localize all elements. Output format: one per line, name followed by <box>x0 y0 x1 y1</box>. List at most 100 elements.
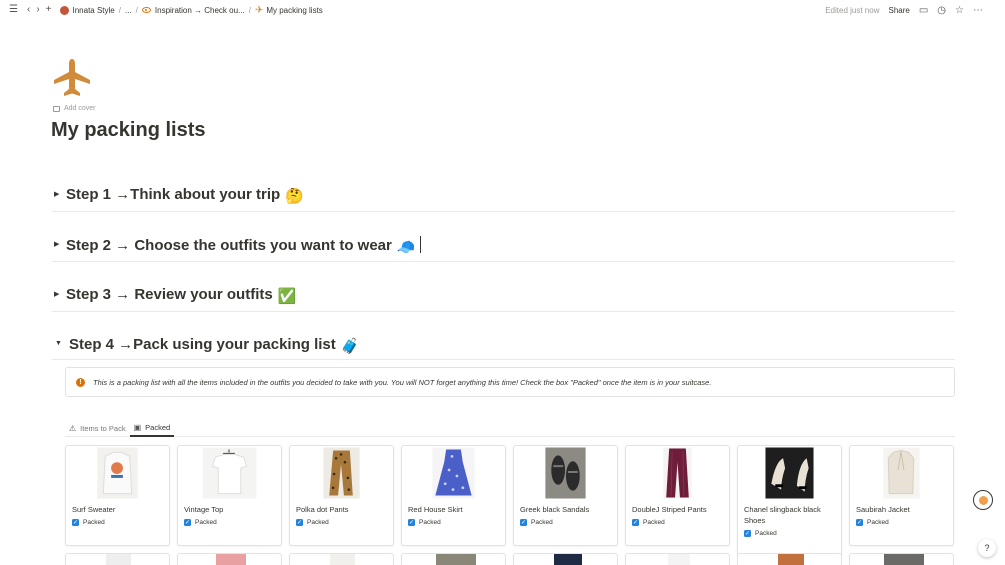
breadcrumb-label: Inspiration → Check ou... <box>154 5 245 15</box>
packed-checkbox[interactable]: ✓ <box>856 519 863 526</box>
back-icon[interactable]: ‹ <box>27 5 30 15</box>
item-image <box>765 447 814 499</box>
forward-icon[interactable]: › <box>36 5 39 15</box>
gallery-card[interactable] <box>849 553 954 565</box>
packed-property: ✓ Packed <box>520 519 553 526</box>
gallery-card[interactable] <box>65 553 170 565</box>
card-title: Saubirah Jacket <box>856 505 910 514</box>
item-image <box>436 554 476 565</box>
gallery-card[interactable] <box>625 553 730 565</box>
toggle-step-4[interactable]: ▼ Step 4 →Pack using your packing list 🧳 <box>52 330 955 360</box>
toggle-arrow-icon[interactable]: ▶ <box>54 240 59 248</box>
gallery-card[interactable]: Saubirah Jacket ✓ Packed <box>849 445 954 546</box>
toggle-arrow-icon[interactable]: ▶ <box>54 290 59 298</box>
top-bar-actions: Edited just now Share ▭ ◷ ☆ ⋯ <box>825 0 983 20</box>
breadcrumb-label: My packing lists <box>266 5 323 15</box>
page-title[interactable]: My packing lists <box>51 119 206 142</box>
add-cover-button[interactable]: Add cover <box>53 105 96 112</box>
gallery-card[interactable]: DoubleJ Striped Pants ✓ Packed <box>625 445 730 546</box>
warning-icon: ⚠ <box>69 423 77 433</box>
gallery-card[interactable]: Surf Sweater ✓ Packed <box>65 445 170 546</box>
packed-checkbox[interactable]: ✓ <box>408 519 415 526</box>
menu-icon[interactable]: ☰ <box>9 5 18 15</box>
packed-checkbox[interactable]: ✓ <box>520 519 527 526</box>
packed-property: ✓ Packed <box>856 519 889 526</box>
airplane-icon: ✈ <box>254 4 264 16</box>
breadcrumb-item-inspiration[interactable]: Inspiration → Check ou... / <box>141 5 255 15</box>
star-icon[interactable]: ☆ <box>955 5 964 16</box>
item-image <box>432 447 475 499</box>
item-image <box>545 447 586 499</box>
gallery-card[interactable] <box>177 553 282 565</box>
packed-property: ✓ Packed <box>632 519 665 526</box>
info-callout: ! This is a packing list with all the it… <box>65 367 955 397</box>
item-image <box>668 554 690 565</box>
tab-label: Packed <box>145 422 171 432</box>
toggle-step-1[interactable]: ▶ Step 1 →Think about your trip 🤔 <box>52 180 955 212</box>
packed-property: ✓ Packed <box>408 519 441 526</box>
assistant-button[interactable] <box>973 490 993 510</box>
card-title: Chanel slingback black Shoes <box>744 505 821 525</box>
toggle-arrow-down-icon[interactable]: ▼ <box>55 340 62 347</box>
toggle-step-3[interactable]: ▶ Step 3 → Review your outfits ✅ <box>52 280 955 312</box>
packed-property: ✓ Packed <box>744 530 777 537</box>
breadcrumb-item-workspace[interactable]: Innata Style / <box>59 5 125 15</box>
gallery-card[interactable]: Vintage Top ✓ Packed <box>177 445 282 546</box>
gallery-card[interactable]: Red House Skirt ✓ Packed <box>401 445 506 546</box>
tab-packed[interactable]: ▣ Packed <box>129 419 175 437</box>
gallery-card[interactable]: Greek black Sandals ✓ Packed <box>513 445 618 546</box>
more-icon[interactable]: ⋯ <box>973 5 983 16</box>
share-button[interactable]: Share <box>888 6 909 15</box>
new-page-icon[interactable]: + <box>46 5 52 15</box>
item-image <box>778 554 804 565</box>
packed-label: Packed <box>531 519 553 526</box>
packed-checkbox[interactable]: ✓ <box>632 519 639 526</box>
packed-label: Packed <box>867 519 889 526</box>
add-cover-label: Add cover <box>64 105 96 112</box>
history-icon[interactable]: ◷ <box>937 5 946 16</box>
card-title: Red House Skirt <box>408 505 463 514</box>
card-title: Greek black Sandals <box>520 505 590 514</box>
packed-label: Packed <box>307 519 329 526</box>
toggle-step-2[interactable]: ▶ Step 2 → Choose the outfits you want t… <box>52 230 955 262</box>
breadcrumb-label: Innata Style <box>72 5 115 15</box>
item-image <box>97 447 138 499</box>
callout-text: This is a packing list with all the item… <box>93 377 712 387</box>
heart-icon <box>978 495 988 505</box>
packed-property: ✓ Packed <box>184 519 217 526</box>
thinking-emoji-icon: 🤔 <box>285 188 304 205</box>
tab-label: Items to Pack <box>80 423 126 433</box>
info-icon: ! <box>76 377 85 387</box>
toggle-label: Step 3 → Review your outfits <box>66 286 273 303</box>
gallery-card[interactable] <box>289 553 394 565</box>
gallery-card[interactable] <box>737 553 842 565</box>
tab-items-to-pack[interactable]: ⚠ Items to Pack <box>65 419 130 437</box>
gallery-card[interactable]: Chanel slingback black Shoes ✓ Packed <box>737 445 842 557</box>
packed-checkbox[interactable]: ✓ <box>184 519 191 526</box>
item-image <box>663 447 692 499</box>
packed-checkbox[interactable]: ✓ <box>296 519 303 526</box>
help-button[interactable]: ? <box>978 539 996 557</box>
toggle-arrow-icon[interactable]: ▶ <box>54 190 59 198</box>
comment-icon[interactable]: ▭ <box>919 5 928 16</box>
airplane-icon[interactable] <box>52 57 92 97</box>
breadcrumb-separator: / <box>135 5 138 15</box>
gallery-card[interactable]: Polka dot Pants ✓ Packed <box>289 445 394 546</box>
card-title: DoubleJ Striped Pants <box>632 505 707 514</box>
gallery-card[interactable] <box>513 553 618 565</box>
packed-checkbox[interactable]: ✓ <box>744 530 751 537</box>
breadcrumb-label: ... <box>124 5 132 15</box>
item-image <box>884 554 924 565</box>
cap-emoji-icon: 🧢 <box>396 239 416 256</box>
breadcrumb-item-current[interactable]: ✈ My packing lists <box>255 5 323 16</box>
breadcrumb-item-ellipsis[interactable]: ... / <box>125 6 142 15</box>
packed-property: ✓ Packed <box>296 519 329 526</box>
packed-label: Packed <box>419 519 441 526</box>
breadcrumb-separator: / <box>248 5 251 15</box>
packed-checkbox[interactable]: ✓ <box>72 519 79 526</box>
gallery-card[interactable] <box>401 553 506 565</box>
edited-status: Edited just now <box>825 5 880 15</box>
item-image <box>330 554 355 565</box>
toggle-label: Step 1 →Think about your trip <box>66 186 281 203</box>
packed-label: Packed <box>643 519 665 526</box>
